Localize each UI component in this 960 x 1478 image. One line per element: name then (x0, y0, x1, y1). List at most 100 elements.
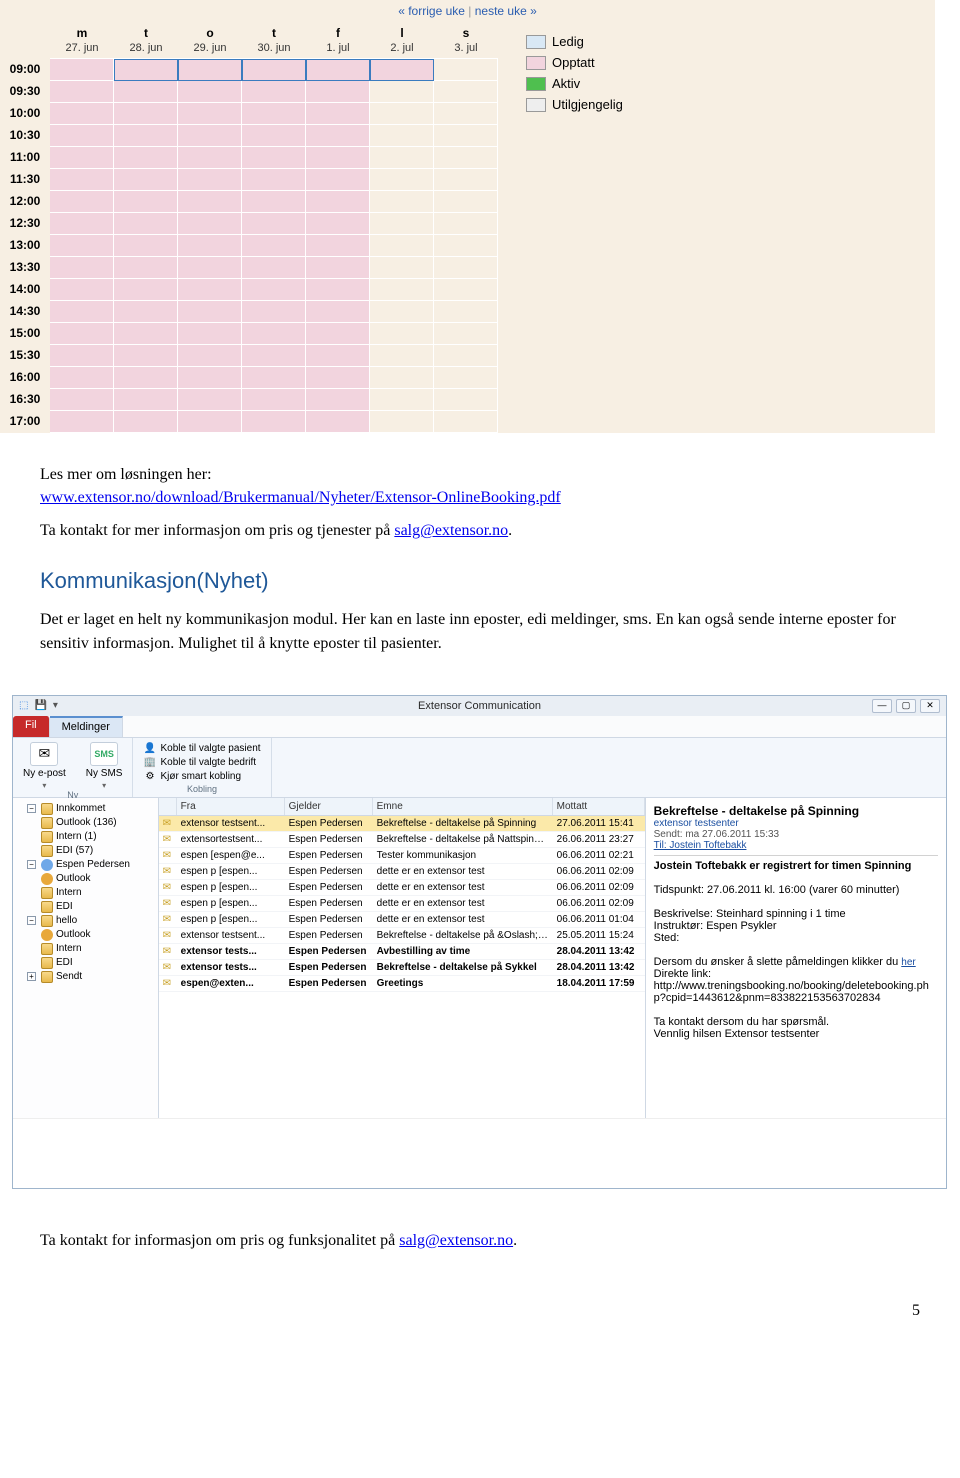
calendar-cell[interactable] (114, 191, 178, 213)
calendar-cell[interactable] (242, 103, 306, 125)
calendar-cell[interactable] (178, 235, 242, 257)
calendar-cell[interactable] (242, 59, 306, 81)
calendar-cell[interactable] (242, 389, 306, 411)
calendar-cell[interactable] (178, 191, 242, 213)
calendar-cell[interactable] (306, 103, 370, 125)
calendar-cell[interactable] (306, 191, 370, 213)
calendar-cell[interactable] (434, 59, 498, 81)
calendar-cell[interactable] (306, 367, 370, 389)
calendar-cell[interactable] (242, 235, 306, 257)
calendar-cell[interactable] (434, 125, 498, 147)
calendar-cell[interactable] (434, 279, 498, 301)
calendar-cell[interactable] (50, 169, 114, 191)
calendar-cell[interactable] (114, 367, 178, 389)
tab-meldinger[interactable]: Meldinger (50, 716, 123, 737)
table-row[interactable]: ✉espen p [espen...Espen Pedersendette er… (159, 880, 645, 896)
calendar-cell[interactable] (370, 367, 434, 389)
dropdown-icon[interactable]: ▾ (53, 700, 58, 711)
calendar-cell[interactable] (242, 323, 306, 345)
calendar-cell[interactable] (114, 147, 178, 169)
calendar-cell[interactable] (50, 257, 114, 279)
calendar-cell[interactable] (114, 235, 178, 257)
calendar-cell[interactable] (178, 103, 242, 125)
calendar-cell[interactable] (306, 125, 370, 147)
table-row[interactable]: ✉extensor tests...Espen PedersenBekrefte… (159, 960, 645, 976)
calendar-cell[interactable] (306, 213, 370, 235)
calendar-cell[interactable] (434, 169, 498, 191)
calendar-cell[interactable] (306, 59, 370, 81)
calendar-cell[interactable] (434, 81, 498, 103)
table-row[interactable]: ✉espen@exten...Espen PedersenGreetings18… (159, 976, 645, 992)
calendar-cell[interactable] (370, 411, 434, 433)
calendar-cell[interactable] (50, 389, 114, 411)
calendar-cell[interactable] (50, 81, 114, 103)
calendar-cell[interactable] (370, 213, 434, 235)
calendar-cell[interactable] (434, 213, 498, 235)
calendar-cell[interactable] (50, 411, 114, 433)
collapse-icon[interactable]: − (27, 916, 36, 925)
calendar-cell[interactable] (50, 213, 114, 235)
table-row[interactable]: ✉extensor tests...Espen PedersenAvbestil… (159, 944, 645, 960)
calendar-cell[interactable] (50, 279, 114, 301)
calendar-cell[interactable] (114, 213, 178, 235)
calendar-cell[interactable] (114, 103, 178, 125)
calendar-cell[interactable] (178, 301, 242, 323)
pdf-link[interactable]: www.extensor.no/download/Brukermanual/Ny… (40, 489, 561, 506)
calendar-cell[interactable] (242, 257, 306, 279)
calendar-cell[interactable] (50, 191, 114, 213)
calendar-cell[interactable] (306, 147, 370, 169)
calendar-cell[interactable] (306, 81, 370, 103)
calendar-cell[interactable] (178, 323, 242, 345)
smart-kobling-button[interactable]: ⚙Kjør smart kobling (143, 770, 260, 784)
calendar-cell[interactable] (114, 411, 178, 433)
calendar-cell[interactable] (178, 125, 242, 147)
calendar-cell[interactable] (178, 411, 242, 433)
calendar-cell[interactable] (50, 103, 114, 125)
calendar-cell[interactable] (434, 389, 498, 411)
calendar-cell[interactable] (242, 125, 306, 147)
calendar-cell[interactable] (434, 367, 498, 389)
collapse-icon[interactable]: − (27, 860, 36, 869)
calendar-cell[interactable] (114, 301, 178, 323)
calendar-cell[interactable] (370, 301, 434, 323)
email-link-1[interactable]: salg@extensor.no (394, 522, 508, 539)
table-row[interactable]: ✉espen [espen@e...Espen PedersenTester k… (159, 848, 645, 864)
calendar-cell[interactable] (370, 257, 434, 279)
calendar-cell[interactable] (242, 345, 306, 367)
calendar-cell[interactable] (178, 389, 242, 411)
calendar-cell[interactable] (306, 345, 370, 367)
table-row[interactable]: ✉extensor testsent...Espen PedersenBekre… (159, 928, 645, 944)
calendar-cell[interactable] (434, 257, 498, 279)
col-emne[interactable]: Emne (373, 798, 553, 815)
calendar-cell[interactable] (50, 345, 114, 367)
table-row[interactable]: ✉espen p [espen...Espen Pedersendette er… (159, 864, 645, 880)
calendar-cell[interactable] (306, 323, 370, 345)
calendar-cell[interactable] (114, 125, 178, 147)
table-row[interactable]: ✉espen p [espen...Espen Pedersendette er… (159, 896, 645, 912)
table-row[interactable]: ✉espen p [espen...Espen Pedersendette er… (159, 912, 645, 928)
email-link-2[interactable]: salg@extensor.no (399, 1232, 513, 1249)
koble-pasient-button[interactable]: 👤Koble til valgte pasient (143, 742, 260, 756)
calendar-cell[interactable] (242, 191, 306, 213)
calendar-cell[interactable] (370, 235, 434, 257)
calendar-cell[interactable] (242, 301, 306, 323)
calendar-cell[interactable] (370, 125, 434, 147)
calendar-cell[interactable] (370, 81, 434, 103)
koble-bedrift-button[interactable]: 🏢Koble til valgte bedrift (143, 756, 260, 770)
calendar-cell[interactable] (50, 235, 114, 257)
calendar-cell[interactable] (242, 279, 306, 301)
col-fra[interactable]: Fra (177, 798, 285, 815)
calendar-cell[interactable] (178, 279, 242, 301)
calendar-cell[interactable] (242, 213, 306, 235)
calendar-cell[interactable] (242, 169, 306, 191)
calendar-cell[interactable] (370, 323, 434, 345)
calendar-cell[interactable] (114, 257, 178, 279)
save-icon[interactable]: 💾 (34, 700, 46, 711)
calendar-cell[interactable] (178, 81, 242, 103)
calendar-cell[interactable] (434, 191, 498, 213)
calendar-cell[interactable] (306, 257, 370, 279)
calendar-cell[interactable] (178, 257, 242, 279)
table-row[interactable]: ✉extensortestsent...Espen PedersenBekref… (159, 832, 645, 848)
calendar-cell[interactable] (114, 59, 178, 81)
calendar-cell[interactable] (242, 367, 306, 389)
